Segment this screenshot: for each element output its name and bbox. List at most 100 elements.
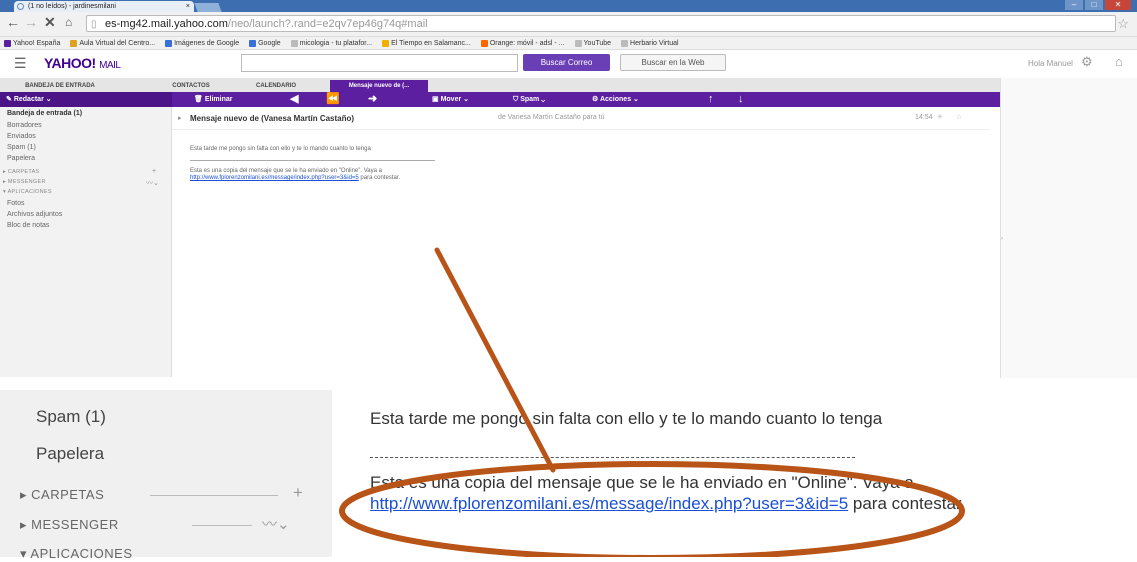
bookmark-item[interactable]: micologia - tu platafor...: [290, 37, 373, 49]
sidebar-item-photos[interactable]: Fotos: [7, 200, 25, 207]
star-icon[interactable]: ☆: [956, 113, 962, 121]
yahoo-mail-logo[interactable]: YAHOO! MAIL: [44, 55, 121, 71]
add-folder-icon[interactable]: +: [152, 168, 156, 175]
minimize-icon[interactable]: –: [1065, 0, 1083, 10]
user-greeting[interactable]: Hola Manuel: [1028, 59, 1073, 68]
collapse-arrow-icon[interactable]: ›: [1001, 236, 1003, 242]
right-panel: ›: [1000, 78, 1137, 378]
tab-title: (1 no leídos) - jardinesmilani: [28, 3, 116, 10]
bookmark-item[interactable]: Yahoo! España: [4, 37, 60, 49]
bookmark-label: YouTube: [583, 39, 612, 47]
expand-icon[interactable]: ▸: [178, 114, 182, 122]
bookmark-label: micologia - tu platafor...: [299, 39, 373, 47]
bookmark-label: Yahoo! España: [13, 39, 61, 47]
compose-label: Redactar: [13, 96, 44, 103]
bookmark-label: Aula Virtual del Centro...: [79, 39, 156, 47]
actions-button[interactable]: ⚙ Acciones ⌄: [592, 92, 639, 107]
message-body-line1: Esta tarde me pongo sin falta con ello y…: [190, 146, 371, 152]
message-link[interactable]: http://www.fplorenzomilani.es/message/in…: [190, 175, 359, 181]
sidebar-item-inbox[interactable]: Bandeja de entrada (1): [7, 110, 82, 117]
logo-text: YAHOO!: [44, 55, 96, 71]
zoom-messenger-label: MESSENGER: [31, 517, 119, 532]
bookmark-star-icon[interactable]: ☆: [1117, 16, 1129, 32]
tab-contacts[interactable]: CONTACTOS: [156, 80, 226, 92]
close-window-icon[interactable]: ✕: [1105, 0, 1131, 10]
stop-icon[interactable]: ✕: [44, 14, 56, 30]
reply-all-icon[interactable]: ⏪: [326, 92, 340, 107]
home-icon[interactable]: ⌂: [65, 14, 72, 30]
bookmark-label: Herbario Virtual: [630, 39, 679, 47]
address-bar[interactable]: ▯ es-mg42.mail.yahoo.com/neo/launch?.ran…: [86, 15, 1116, 32]
bookmark-icon: [165, 39, 173, 47]
zoom-spam: Spam (1): [36, 407, 106, 426]
bookmark-item[interactable]: YouTube: [574, 37, 612, 49]
messenger-status-icon[interactable]: 〰⌄: [146, 178, 159, 188]
tab-close-icon[interactable]: ×: [186, 1, 190, 12]
new-tab-button[interactable]: [194, 3, 222, 12]
zoom-folders-label: CARPETAS: [31, 487, 105, 502]
compose-button[interactable]: ✎ Redactar ⌄: [0, 92, 172, 107]
message-body-line3: http://www.fplorenzomilani.es/message/in…: [190, 175, 400, 181]
tab-inbox[interactable]: BANDEJA DE ENTRADA: [8, 80, 112, 92]
move-button[interactable]: ▣ Mover ⌄: [432, 92, 469, 107]
bookmark-item[interactable]: Google: [249, 37, 281, 49]
sidebar-folders-header[interactable]: ▸ CARPETAS: [3, 169, 40, 175]
sidebar-item-trash[interactable]: Papelera: [7, 155, 35, 162]
zoom-link: http://www.fplorenzomilani.es/message/in…: [370, 494, 849, 513]
gear-icon: ⚙: [592, 96, 599, 103]
bookmark-icon: [249, 39, 257, 47]
zoom-folders-line: [150, 495, 278, 496]
zoom-messenger: ▸ MESSENGER: [20, 517, 119, 532]
gear-icon[interactable]: ⚙: [1081, 54, 1093, 70]
browser-tab[interactable]: (1 no leídos) - jardinesmilani ×: [14, 1, 194, 12]
home-icon[interactable]: ⌂: [1115, 54, 1123, 69]
sidebar-item-notes[interactable]: Bloc de notas: [7, 222, 49, 229]
maximize-icon[interactable]: □: [1085, 0, 1103, 10]
forward-icon[interactable]: →: [24, 14, 38, 30]
sidebar-item-attachments[interactable]: Archivos adjuntos: [7, 211, 62, 218]
chevron-down-icon: ⌄: [45, 96, 52, 103]
bookmark-label: Imágenes de Google: [174, 39, 240, 47]
bookmark-icon: [574, 39, 582, 47]
sidebar-item-spam[interactable]: Spam (1): [7, 144, 36, 151]
bookmark-item[interactable]: El Tiempo en Salamanc...: [382, 37, 471, 49]
search-mail-button[interactable]: Buscar Correo: [523, 54, 610, 71]
menu-icon[interactable]: ☰: [14, 55, 27, 72]
spam-label: Spam: [520, 96, 540, 103]
message-after-link: para contestar.: [358, 175, 401, 181]
spam-button[interactable]: ⛉ Spam ⌄: [513, 92, 545, 107]
sidebar-item-drafts[interactable]: Borradores: [7, 122, 42, 129]
sidebar-apps-header[interactable]: ▾ APLICACIONES: [3, 189, 52, 195]
folders-label: CARPETAS: [7, 169, 40, 175]
message-from[interactable]: de Vanesa Martín Castaño para tú: [498, 114, 605, 121]
tab-message[interactable]: Mensaje nuevo de (...: [330, 80, 428, 92]
delete-button[interactable]: 🗑 Eliminar: [194, 92, 232, 107]
folder-icon: ▣: [432, 96, 439, 103]
flag-icon[interactable]: ✳: [937, 113, 943, 121]
sidebar-messenger-header[interactable]: ▸ MESSENGER: [3, 179, 46, 185]
search-web-button[interactable]: Buscar en la Web: [620, 54, 726, 71]
tab-calendar[interactable]: CALENDARIO: [240, 80, 312, 92]
shield-icon: ⛉: [513, 96, 519, 103]
zoom-body-line3: http://www.fplorenzomilani.es/message/in…: [370, 494, 962, 514]
forward-icon[interactable]: ➜: [368, 92, 377, 107]
back-icon[interactable]: ←: [6, 14, 20, 30]
delete-label: Eliminar: [204, 96, 233, 103]
up-arrow-icon[interactable]: ↑: [708, 92, 714, 107]
zoom-divider: [370, 457, 855, 458]
sidebar-item-sent[interactable]: Enviados: [7, 133, 36, 140]
bookmarks-bar: Yahoo! España Aula Virtual del Centro... I…: [0, 37, 1137, 50]
message-body-line2: Esta es una copia del mensaje que se le …: [190, 168, 382, 174]
bookmark-icon: [70, 39, 78, 47]
reply-icon[interactable]: ◀: [290, 92, 298, 107]
search-input[interactable]: [241, 54, 518, 72]
bookmark-item[interactable]: Aula Virtual del Centro...: [70, 37, 155, 49]
bookmark-label: El Tiempo en Salamanc...: [391, 39, 471, 47]
bookmark-item[interactable]: Orange: móvil - adsl - ...: [480, 37, 565, 49]
bookmark-item[interactable]: Imágenes de Google: [165, 37, 239, 49]
mail-tabs: [0, 78, 1000, 92]
bookmark-item[interactable]: Herbario Virtual: [621, 37, 679, 49]
down-arrow-icon[interactable]: ↓: [738, 92, 744, 107]
zoom-after-link: para contestar: [848, 494, 962, 513]
zoom-apps: ▾ APLICACIONES: [20, 546, 133, 561]
